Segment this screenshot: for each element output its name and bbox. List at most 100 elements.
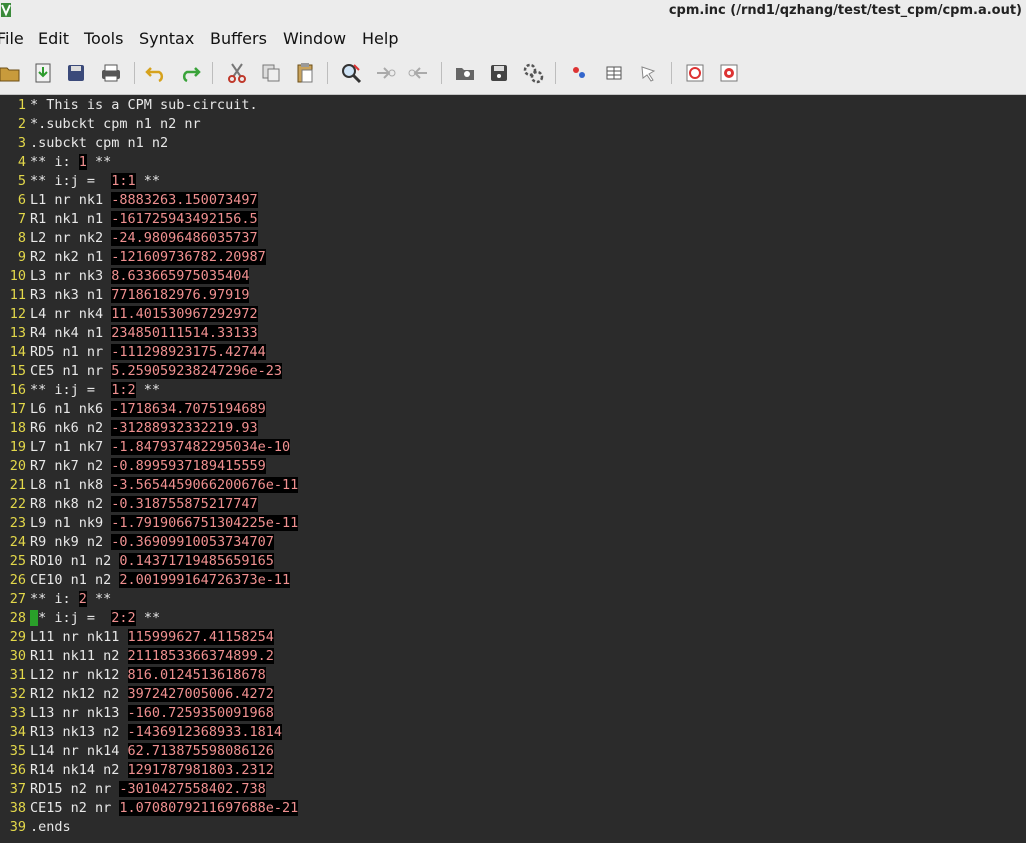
highlighted-number: -161725943492156.5: [111, 211, 258, 227]
code-line[interactable]: RD15 n2 nr -3010427558402.738: [30, 780, 266, 799]
code-text: R11 nk11 n2: [30, 648, 128, 664]
find-next-icon[interactable]: [373, 61, 397, 85]
code-line[interactable]: R7 nk7 n2 -0.8995937189415559: [30, 457, 266, 476]
code-line[interactable]: CE15 n2 nr 1.0708079211697688e-21: [30, 799, 299, 818]
open-folder-icon[interactable]: [0, 61, 22, 85]
highlighted-number: -31288932332219.93: [111, 420, 258, 436]
code-text: R14 nk14 n2: [30, 762, 128, 778]
menu-window[interactable]: Window: [283, 29, 346, 48]
highlighted-number: 8.633665975035404: [111, 268, 250, 284]
code-line[interactable]: ** i: 1 **: [30, 153, 111, 172]
menu-edit[interactable]: Edit: [38, 29, 69, 48]
code-line[interactable]: R6 nk6 n2 -31288932332219.93: [30, 419, 258, 438]
line-number: 2: [17, 116, 26, 132]
code-line[interactable]: L2 nr nk2 -24.98096486035737: [30, 229, 258, 248]
find-replace-icon[interactable]: [339, 61, 363, 85]
save-icon[interactable]: [64, 61, 88, 85]
code-line[interactable]: L13 nr nk13 -160.7259350091968: [30, 704, 274, 723]
code-text: L14 nr nk14: [30, 743, 128, 759]
menu-buffers[interactable]: Buffers: [210, 29, 267, 48]
menu-file[interactable]: File: [0, 29, 24, 48]
highlighted-number: 77186182976.97919: [111, 287, 250, 303]
find-previous-icon[interactable]: [407, 61, 431, 85]
line-number: 39: [9, 819, 26, 835]
code-line[interactable]: R2 nk2 n1 -121609736782.20987: [30, 248, 266, 267]
print-icon[interactable]: [99, 61, 123, 85]
menu-syntax[interactable]: Syntax: [139, 29, 194, 48]
code-line[interactable]: L14 nr nk14 62.71387559808612​6: [30, 742, 274, 761]
code-line[interactable]: L6 n1 nk6 -1718634.7075194689: [30, 400, 266, 419]
code-line[interactable]: R1 nk1 n1 -161725943492156.5: [30, 210, 258, 229]
menu-tools[interactable]: Tools: [84, 29, 123, 48]
code-text: ** i:j =: [30, 173, 112, 189]
code-line[interactable]: L11 nr nk11 115999627.41158254: [30, 628, 274, 647]
code-line[interactable]: L9 n1 nk9 -1.7919066751304225e-11: [30, 514, 299, 533]
code-line[interactable]: RD10 n1 n2 0.14371719485659165: [30, 552, 274, 571]
save-session-icon[interactable]: [487, 61, 511, 85]
code-line[interactable]: L3 nr nk3 8.633665975035404: [30, 267, 250, 286]
vim-app-icon[interactable]: [0, 1, 12, 19]
line-number: 17: [9, 401, 26, 417]
code-line[interactable]: CE5 n1 nr 5.259059238247296e-23: [30, 362, 282, 381]
code-line[interactable]: R3 nk3 n1 77186182976.97919: [30, 286, 250, 305]
code-line[interactable]: R12 nk12 n2 3972427005006.4272: [30, 685, 274, 704]
load-session-icon[interactable]: [453, 61, 477, 85]
line-number: 35: [9, 743, 26, 759]
code-line[interactable]: ** i:j = 1:1 **: [30, 172, 160, 191]
code-text: R1 nk1 n1: [30, 211, 112, 227]
line-number: 29: [9, 629, 26, 645]
code-line[interactable]: * This is a CPM sub-circuit.: [30, 96, 258, 115]
text-cursor: *: [30, 610, 39, 626]
find-help-icon[interactable]: [717, 61, 741, 85]
code-text: **: [135, 173, 161, 189]
code-line[interactable]: ** i:j = 2:2 **: [30, 609, 160, 628]
line-number: 32: [9, 686, 26, 702]
build-tags-icon[interactable]: [602, 61, 626, 85]
code-line[interactable]: R11 nk11 n2 2111853366374899.2: [30, 647, 274, 666]
code-line[interactable]: L4 nr nk4 11.401530967292972: [30, 305, 258, 324]
code-line[interactable]: R14 nk14 n2 1291787981803.2312: [30, 761, 274, 780]
copy-icon[interactable]: [259, 61, 283, 85]
code-line[interactable]: L8 n1 nk8 -3.5654459066200676e-11: [30, 476, 299, 495]
code-text: L12 nr nk12: [30, 667, 128, 683]
highlighted-number: -8883263.150073497: [111, 192, 258, 208]
run-script-icon[interactable]: [521, 61, 545, 85]
code-line[interactable]: .subckt cpm n1 n2: [30, 134, 168, 153]
code-line[interactable]: R4 nk4 n1 234850111514.33133: [30, 324, 258, 343]
jump-tag-icon[interactable]: [636, 61, 660, 85]
code-text: R8 nk8 n2: [30, 496, 112, 512]
code-line[interactable]: CE10 n1 n2 2.001999164726373e-11: [30, 571, 291, 590]
code-line[interactable]: .ends: [30, 818, 71, 837]
undo-icon[interactable]: [144, 61, 168, 85]
code-line[interactable]: L12 nr nk12 816.0124513618678: [30, 666, 266, 685]
line-number: 10: [9, 268, 26, 284]
code-text: R7 nk7 n2: [30, 458, 112, 474]
code-text: RD10 n1 n2: [30, 553, 120, 569]
code-line[interactable]: L1 nr nk1 -8883263.150073497: [30, 191, 258, 210]
paste-icon[interactable]: [293, 61, 317, 85]
code-text: ** i:: [30, 591, 79, 607]
code-line[interactable]: L7 n1 nk7 -1.847937482295034e-10: [30, 438, 291, 457]
redo-icon[interactable]: [178, 61, 202, 85]
code-line[interactable]: R8 nk8 n2 -0.318755875217747: [30, 495, 258, 514]
code-line[interactable]: ** i: 2 **: [30, 590, 111, 609]
code-line[interactable]: *.subckt cpm n1 n2 nr: [30, 115, 201, 134]
highlighted-number: 5.259059238247296e-23: [111, 363, 282, 379]
code-editor[interactable]: 1 * This is a CPM sub-circuit. 2 *.subckt c…: [0, 95, 1026, 843]
code-line[interactable]: R13 nk13 n2 -1436912368933.1814: [30, 723, 282, 742]
line-number: 25: [9, 553, 26, 569]
download-icon[interactable]: [31, 61, 55, 85]
code-text: L11 nr nk11: [30, 629, 128, 645]
code-line[interactable]: R9 nk9 n2 -0.36909910053734707: [30, 533, 274, 552]
line-number: 1: [17, 97, 26, 113]
code-line[interactable]: RD5 n1 nr -111298923175.42744: [30, 343, 266, 362]
cut-icon[interactable]: [225, 61, 249, 85]
toolbar: [0, 52, 1026, 95]
help-icon[interactable]: [683, 61, 707, 85]
code-line[interactable]: ** i:j = 1:2 **: [30, 381, 160, 400]
code-text: R9 nk9 n2: [30, 534, 112, 550]
code-text: L9 n1 nk9: [30, 515, 112, 531]
menu-help[interactable]: Help: [362, 29, 398, 48]
make-icon[interactable]: [567, 61, 591, 85]
code-text: CE15 n2 nr: [30, 800, 120, 816]
